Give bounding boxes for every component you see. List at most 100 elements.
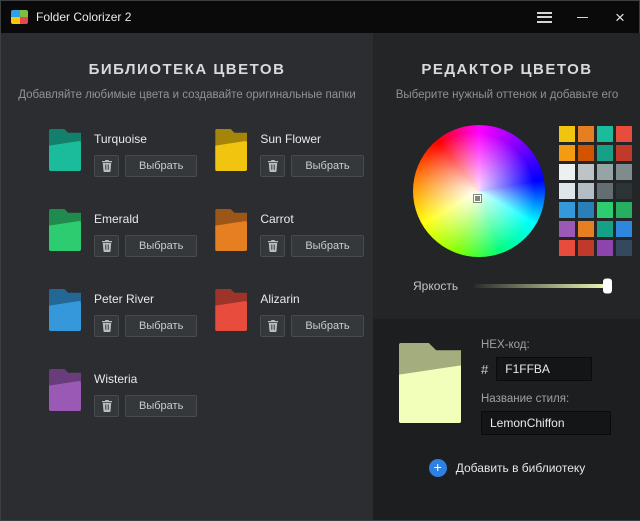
color-swatch[interactable] xyxy=(616,202,632,218)
select-color-button[interactable]: Выбрать xyxy=(125,235,197,257)
delete-color-button[interactable] xyxy=(94,235,119,257)
folder-front xyxy=(215,221,247,251)
library-title: БИБЛИОТЕКА ЦВЕТОВ xyxy=(1,61,373,78)
color-swatch[interactable] xyxy=(578,145,594,161)
editor-panel: РЕДАКТОР ЦВЕТОВ Выберите нужный оттенок … xyxy=(373,33,640,520)
minimize-icon xyxy=(577,17,588,18)
library-color-item: Alizarin Выбрать xyxy=(215,289,363,337)
delete-color-button[interactable] xyxy=(94,315,119,337)
color-swatch[interactable] xyxy=(559,164,575,180)
color-swatch[interactable] xyxy=(597,164,613,180)
select-color-button[interactable]: Выбрать xyxy=(125,395,197,417)
color-swatch[interactable] xyxy=(597,126,613,142)
library-color-item: Wisteria Выбрать xyxy=(49,369,197,417)
color-swatch[interactable] xyxy=(616,164,632,180)
trash-icon xyxy=(102,320,112,332)
color-swatch[interactable] xyxy=(578,164,594,180)
folder-front xyxy=(215,141,247,171)
plus-icon: + xyxy=(429,459,447,477)
style-name-label: Название стиля: xyxy=(481,393,611,405)
editor-subtitle: Выберите нужный оттенок и добавьте его xyxy=(373,89,640,101)
color-name: Wisteria xyxy=(94,372,197,386)
trash-icon xyxy=(268,320,278,332)
delete-color-button[interactable] xyxy=(94,155,119,177)
color-swatch[interactable] xyxy=(559,221,575,237)
color-wheel-selector[interactable] xyxy=(474,195,481,202)
app-window: Folder Colorizer 2 × БИБЛИОТЕКА ЦВЕТОВ Д… xyxy=(0,0,640,521)
delete-color-button[interactable] xyxy=(260,315,285,337)
color-swatch[interactable] xyxy=(597,240,613,256)
close-icon: × xyxy=(615,9,625,26)
color-swatch[interactable] xyxy=(559,126,575,142)
color-name: Alizarin xyxy=(260,292,363,306)
folder-front xyxy=(49,381,81,411)
window-title: Folder Colorizer 2 xyxy=(36,10,131,24)
folder-front xyxy=(49,141,81,171)
color-swatch[interactable] xyxy=(559,240,575,256)
color-swatch[interactable] xyxy=(578,240,594,256)
trash-icon xyxy=(268,240,278,252)
library-panel: БИБЛИОТЕКА ЦВЕТОВ Добавляйте любимые цве… xyxy=(1,33,373,520)
select-color-button[interactable]: Выбрать xyxy=(125,155,197,177)
trash-icon xyxy=(268,160,278,172)
editor-title: РЕДАКТОР ЦВЕТОВ xyxy=(373,61,640,78)
color-swatch[interactable] xyxy=(616,240,632,256)
folder-front xyxy=(49,301,81,331)
color-swatch[interactable] xyxy=(578,183,594,199)
delete-color-button[interactable] xyxy=(260,155,285,177)
hex-prefix: # xyxy=(481,362,488,377)
color-name: Peter River xyxy=(94,292,197,306)
color-swatch[interactable] xyxy=(616,183,632,199)
add-to-library-button[interactable]: + Добавить в библиотеку xyxy=(399,451,615,485)
hex-input[interactable] xyxy=(496,357,592,381)
folder-icon xyxy=(49,369,81,411)
delete-color-button[interactable] xyxy=(94,395,119,417)
color-swatch[interactable] xyxy=(616,145,632,161)
color-swatch[interactable] xyxy=(616,221,632,237)
color-swatch[interactable] xyxy=(616,126,632,142)
color-name: Emerald xyxy=(94,212,197,226)
color-swatch[interactable] xyxy=(597,202,613,218)
color-name: Turquoise xyxy=(94,132,197,146)
hamburger-icon xyxy=(537,12,552,23)
color-swatch[interactable] xyxy=(597,145,613,161)
select-color-button[interactable]: Выбрать xyxy=(291,155,363,177)
color-swatch[interactable] xyxy=(578,202,594,218)
brightness-slider-thumb[interactable] xyxy=(603,279,612,294)
color-wheel[interactable] xyxy=(413,125,545,257)
color-swatch[interactable] xyxy=(597,221,613,237)
library-grid: Turquoise Выбрать Sun Flower xyxy=(1,101,373,417)
folder-icon xyxy=(215,129,247,171)
color-swatch[interactable] xyxy=(597,183,613,199)
brightness-slider[interactable] xyxy=(474,284,611,288)
color-swatch[interactable] xyxy=(578,221,594,237)
minimize-button[interactable] xyxy=(563,1,601,33)
color-swatch[interactable] xyxy=(559,202,575,218)
color-swatch[interactable] xyxy=(578,126,594,142)
editor-bottom-section: HEX-код: # Название стиля: + Добавить в … xyxy=(373,319,640,520)
style-name-input[interactable] xyxy=(481,411,611,435)
add-to-library-label: Добавить в библиотеку xyxy=(456,461,586,475)
trash-icon xyxy=(102,240,112,252)
folder-icon xyxy=(215,289,247,331)
preview-folder-icon xyxy=(399,343,461,423)
folder-front xyxy=(215,301,247,331)
delete-color-button[interactable] xyxy=(260,235,285,257)
color-name: Sun Flower xyxy=(260,132,363,146)
folder-front xyxy=(399,365,461,423)
menu-button[interactable] xyxy=(525,1,563,33)
select-color-button[interactable]: Выбрать xyxy=(291,315,363,337)
select-color-button[interactable]: Выбрать xyxy=(291,235,363,257)
library-color-item: Peter River Выбрать xyxy=(49,289,197,337)
library-color-item: Sun Flower Выбрать xyxy=(215,129,363,177)
color-swatch[interactable] xyxy=(559,145,575,161)
library-color-item: Emerald Выбрать xyxy=(49,209,197,257)
folder-icon xyxy=(49,209,81,251)
trash-icon xyxy=(102,160,112,172)
folder-front xyxy=(49,221,81,251)
select-color-button[interactable]: Выбрать xyxy=(125,315,197,337)
close-button[interactable]: × xyxy=(601,1,639,33)
title-bar: Folder Colorizer 2 × xyxy=(1,1,639,33)
brightness-label: Яркость xyxy=(413,279,458,293)
color-swatch[interactable] xyxy=(559,183,575,199)
